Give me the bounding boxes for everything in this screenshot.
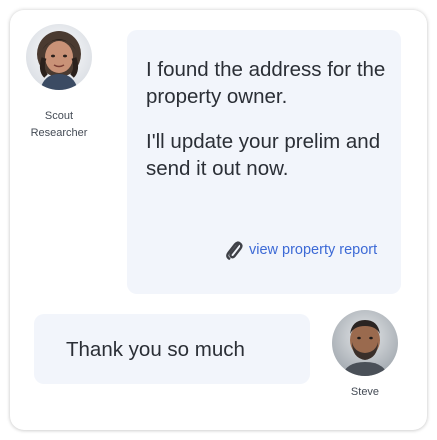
steve-identity: Steve — [322, 384, 408, 401]
scout-avatar — [26, 24, 92, 90]
steve-avatar — [332, 310, 398, 376]
steve-message: Thank you so much — [66, 338, 245, 361]
scout-message-2: I'll update your prelim and send it out … — [146, 130, 381, 180]
scout-name: Scout — [44, 110, 74, 122]
scout-portrait-icon — [26, 24, 92, 90]
scout-role: Researcher — [30, 127, 88, 139]
steve-name: Steve — [350, 386, 380, 398]
view-property-report-label: view property report — [249, 242, 378, 258]
paperclip-icon — [226, 241, 243, 260]
scout-message-1: I found the address for the property own… — [146, 58, 386, 108]
view-property-report-link[interactable]: view property report — [225, 240, 377, 260]
scout-identity: Scout Researcher — [20, 108, 98, 142]
steve-portrait-icon — [332, 310, 398, 376]
